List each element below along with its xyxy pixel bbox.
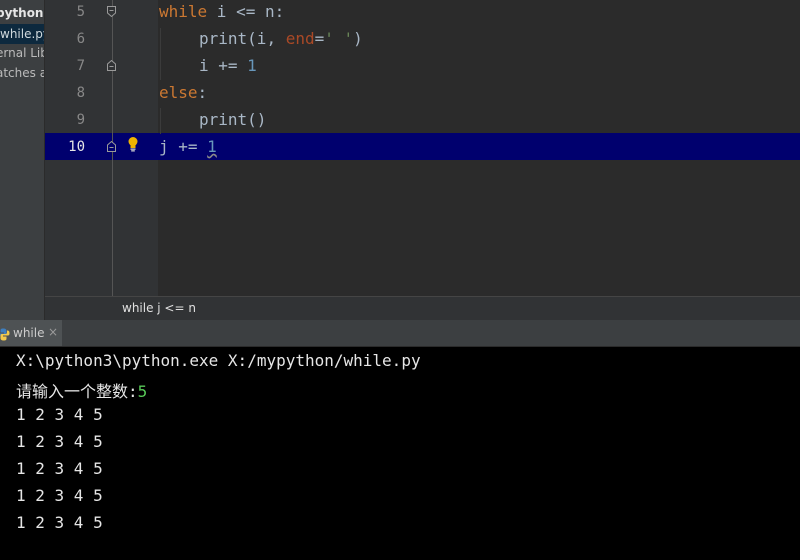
indent-guide xyxy=(160,28,161,80)
code-keyword: while xyxy=(159,2,208,21)
code-number: 1 xyxy=(207,137,217,156)
close-icon[interactable]: × xyxy=(48,325,58,339)
fold-end-icon[interactable] xyxy=(107,60,116,71)
code-line[interactable]: while i <= n: xyxy=(159,2,284,21)
line-number: 6 xyxy=(76,31,85,47)
run-console[interactable]: X:\python3\python.exe X:/mypython/while.… xyxy=(0,347,800,560)
console-output-line: 1 2 3 4 5 xyxy=(16,486,103,505)
external-libraries-item[interactable]: ernal Lib xyxy=(0,46,44,60)
code-text: : xyxy=(197,83,208,102)
fold-end-icon[interactable] xyxy=(107,141,116,152)
code-line[interactable]: print() xyxy=(199,110,266,129)
line-number: 5 xyxy=(76,4,85,20)
console-prompt-line: 请输入一个整数:5 xyxy=(16,378,147,402)
code-function: print xyxy=(199,29,248,48)
console-command: X:\python3\python.exe X:/mypython/while.… xyxy=(16,351,421,370)
lightbulb-icon[interactable] xyxy=(127,136,139,156)
code-editor[interactable]: 5 6 7 8 9 10 while i <= n: print(i, end=… xyxy=(45,0,800,296)
line-number: 7 xyxy=(76,58,85,74)
code-text: = xyxy=(314,29,325,48)
line-number-current: 10 xyxy=(68,139,85,155)
code-line[interactable]: else: xyxy=(159,83,207,102)
project-root-item[interactable]: python xyxy=(0,6,43,20)
python-icon xyxy=(0,326,10,345)
code-number: 1 xyxy=(247,56,257,75)
console-output-line: 1 2 3 4 5 xyxy=(16,432,103,451)
run-tab-while[interactable]: while × xyxy=(0,320,62,346)
project-file-item[interactable]: while.py xyxy=(0,24,44,44)
code-text: j += xyxy=(159,137,208,156)
code-keyword: else xyxy=(159,83,198,102)
code-text: () xyxy=(247,110,267,129)
code-line[interactable]: i += 1 xyxy=(199,56,257,75)
code-text: ) xyxy=(353,29,363,48)
code-text: i += xyxy=(199,56,248,75)
code-parameter: end xyxy=(285,29,315,48)
code-text: i <= n: xyxy=(207,2,285,21)
run-tab-label: while xyxy=(13,326,45,340)
scratches-item[interactable]: atches a xyxy=(0,66,44,80)
fold-start-icon[interactable] xyxy=(107,6,116,17)
editor-breadcrumb-bar: while j <= n xyxy=(45,296,800,320)
code-string: ' ' xyxy=(324,29,354,48)
console-output-line: 1 2 3 4 5 xyxy=(16,405,103,424)
console-output-line: 1 2 3 4 5 xyxy=(16,513,103,532)
breadcrumb[interactable]: while j <= n xyxy=(122,301,196,315)
indent-guide xyxy=(160,108,161,134)
code-line[interactable]: print(i, end=' ') xyxy=(199,29,363,48)
code-function: print xyxy=(199,110,248,129)
project-panel: python while.py ernal Lib atches a xyxy=(0,0,44,320)
line-number: 9 xyxy=(76,112,85,128)
code-text: (i, xyxy=(247,29,286,48)
console-input-value: 5 xyxy=(137,382,148,401)
code-line-current[interactable]: j += 1 xyxy=(159,137,217,156)
line-number: 8 xyxy=(76,85,85,101)
console-prompt: 请输入一个整数: xyxy=(16,382,138,401)
console-output-line: 1 2 3 4 5 xyxy=(16,459,103,478)
run-tool-window-tabs: while × xyxy=(0,320,800,347)
